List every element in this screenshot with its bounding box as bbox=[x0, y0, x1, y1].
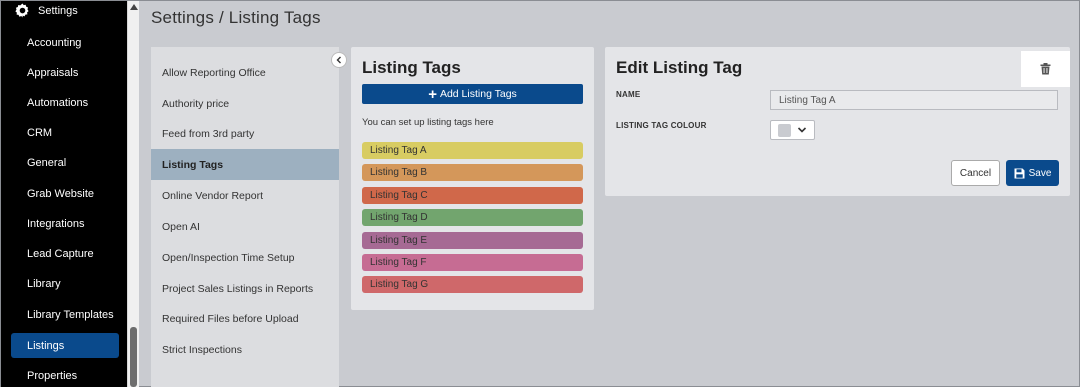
chevron-left-icon bbox=[336, 56, 341, 64]
submenu-item-label: Feed from 3rd party bbox=[162, 127, 255, 140]
submenu-item-label: Open/Inspection Time Setup bbox=[162, 251, 295, 264]
sidebar-item-label: Grab Website bbox=[27, 187, 95, 200]
listing-tags-helper-text: You can set up listing tags here bbox=[362, 117, 494, 128]
cancel-button-label: Cancel bbox=[959, 167, 992, 179]
sidebar-header-label: Settings bbox=[38, 4, 78, 17]
sidebar-item-integrations[interactable]: Integrations bbox=[11, 211, 119, 236]
listing-tag-item[interactable]: Listing Tag E bbox=[362, 232, 583, 249]
listing-tag-label: Listing Tag B bbox=[370, 167, 428, 178]
trash-icon bbox=[1040, 63, 1051, 75]
submenu-item-label: Required Files before Upload bbox=[162, 312, 299, 325]
submenu-item-project-sales-listings[interactable]: Project Sales Listings in Reports bbox=[151, 273, 339, 304]
sidebar-item-label: General bbox=[27, 156, 67, 169]
scroll-up-arrow-icon[interactable] bbox=[130, 4, 138, 10]
submenu-item-online-vendor-report[interactable]: Online Vendor Report bbox=[151, 180, 339, 211]
listing-tag-item[interactable]: Listing Tag B bbox=[362, 164, 583, 181]
submenu-item-open-ai[interactable]: Open AI bbox=[151, 211, 339, 242]
listing-tag-label: Listing Tag A bbox=[370, 145, 427, 156]
sidebar-item-label: Library bbox=[27, 277, 61, 290]
gear-icon bbox=[15, 3, 29, 18]
sidebar-item-appraisals[interactable]: Appraisals bbox=[11, 60, 119, 85]
submenu-item-label: Authority price bbox=[162, 97, 230, 110]
submenu-item-strict-inspections[interactable]: Strict Inspections bbox=[151, 334, 339, 365]
delete-tag-button[interactable] bbox=[1021, 51, 1070, 87]
listing-tag-label: Listing Tag G bbox=[370, 279, 429, 290]
colour-field-label: LISTING TAG COLOUR bbox=[616, 121, 707, 130]
sidebar-item-accounting[interactable]: Accounting bbox=[11, 30, 119, 55]
listing-tag-item[interactable]: Listing Tag F bbox=[362, 254, 583, 271]
chevron-down-icon bbox=[797, 127, 807, 133]
name-field-label: NAME bbox=[616, 90, 641, 99]
submenu-item-label: Online Vendor Report bbox=[162, 189, 263, 202]
edit-listing-tag-title: Edit Listing Tag bbox=[616, 58, 743, 77]
sidebar-item-label: Integrations bbox=[27, 217, 85, 230]
sidebar-item-general[interactable]: General bbox=[11, 150, 119, 175]
submenu-item-feed-from-3rd-party[interactable]: Feed from 3rd party bbox=[151, 118, 339, 149]
submenu-item-label: Allow Reporting Office bbox=[162, 66, 266, 79]
submenu-item-authority-price[interactable]: Authority price bbox=[151, 88, 339, 119]
listing-tag-label: Listing Tag D bbox=[370, 212, 428, 223]
sidebar-item-label: Automations bbox=[27, 96, 89, 109]
sidebar-item-properties[interactable]: Properties bbox=[11, 363, 119, 387]
tag-name-input[interactable] bbox=[770, 90, 1058, 110]
listing-tag-label: Listing Tag F bbox=[370, 257, 427, 268]
add-listing-tags-label: Add Listing Tags bbox=[439, 88, 517, 100]
sidebar-item-label: Appraisals bbox=[27, 66, 79, 79]
cancel-button[interactable]: Cancel bbox=[951, 160, 1000, 186]
add-listing-tags-button[interactable]: + Add Listing Tags bbox=[362, 84, 583, 104]
sidebar-item-lead-capture[interactable]: Lead Capture bbox=[11, 241, 119, 266]
listing-tag-item[interactable]: Listing Tag D bbox=[362, 209, 583, 226]
sidebar-item-library-templates[interactable]: Library Templates bbox=[11, 302, 119, 327]
submenu-item-label: Strict Inspections bbox=[162, 343, 242, 356]
sidebar-item-crm[interactable]: CRM bbox=[11, 120, 119, 145]
submenu-item-open-inspection-time-setup[interactable]: Open/Inspection Time Setup bbox=[151, 242, 339, 273]
plus-icon: + bbox=[428, 85, 437, 103]
main-sidebar: Settings Accounting Appraisals Automatio… bbox=[1, 1, 127, 387]
sidebar-item-library[interactable]: Library bbox=[11, 271, 119, 296]
collapse-submenu-button[interactable] bbox=[331, 52, 347, 68]
edit-listing-tag-card: Edit Listing Tag NAME LISTING TAG COLOUR… bbox=[605, 47, 1070, 196]
tag-colour-select[interactable] bbox=[770, 120, 815, 140]
listing-tag-item[interactable]: Listing Tag A bbox=[362, 142, 583, 159]
sidebar-item-label: Properties bbox=[27, 369, 78, 382]
sidebar-item-grab-website[interactable]: Grab Website bbox=[11, 181, 119, 206]
sidebar-item-automations[interactable]: Automations bbox=[11, 90, 119, 115]
listing-tag-item[interactable]: Listing Tag G bbox=[362, 276, 583, 293]
listing-tag-item[interactable]: Listing Tag C bbox=[362, 187, 583, 204]
settings-submenu: Allow Reporting Office Authority price F… bbox=[151, 47, 339, 387]
sidebar-header-settings[interactable]: Settings bbox=[15, 3, 78, 18]
page-title: Settings / Listing Tags bbox=[151, 8, 321, 27]
submenu-item-listing-tags[interactable]: Listing Tags bbox=[151, 149, 339, 180]
sidebar-scrollbar[interactable] bbox=[127, 1, 139, 387]
listing-tags-title: Listing Tags bbox=[362, 58, 461, 77]
sidebar-item-label: Accounting bbox=[27, 36, 82, 49]
listing-tags-card: Listing Tags + Add Listing Tags You can … bbox=[351, 47, 594, 310]
sidebar-item-label: Listings bbox=[27, 339, 65, 352]
submenu-item-required-files[interactable]: Required Files before Upload bbox=[151, 303, 339, 334]
sidebar-item-listings[interactable]: Listings bbox=[11, 333, 119, 358]
submenu-item-label: Listing Tags bbox=[162, 158, 224, 171]
save-button-label: Save bbox=[1028, 167, 1052, 179]
sidebar-item-label: Library Templates bbox=[27, 308, 114, 321]
listing-tag-label: Listing Tag E bbox=[370, 235, 428, 246]
sidebar-item-label: Lead Capture bbox=[27, 247, 94, 260]
save-button[interactable]: Save bbox=[1006, 160, 1059, 186]
submenu-item-label: Project Sales Listings in Reports bbox=[162, 282, 314, 295]
floppy-disk-icon bbox=[1014, 168, 1025, 178]
submenu-item-allow-reporting-office[interactable]: Allow Reporting Office bbox=[151, 57, 339, 88]
scrollbar-thumb[interactable] bbox=[130, 327, 137, 387]
colour-swatch bbox=[778, 123, 791, 137]
sidebar-item-label: CRM bbox=[27, 126, 53, 139]
listing-tag-label: Listing Tag C bbox=[370, 190, 428, 201]
submenu-item-label: Open AI bbox=[162, 220, 200, 233]
